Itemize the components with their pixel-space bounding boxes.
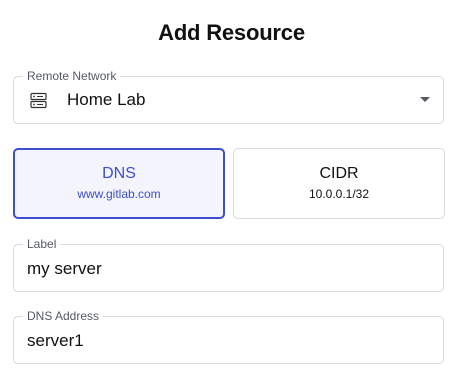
resource-type-example: 10.0.0.1/32: [308, 187, 370, 201]
dialog-title: Add Resource: [158, 20, 305, 45]
dns-address-label: DNS Address: [23, 309, 104, 323]
dns-address-value[interactable]: server1: [27, 331, 84, 351]
resource-type-title: CIDR: [319, 165, 359, 182]
label-field-label: Label: [23, 237, 61, 251]
remote-network-select[interactable]: Remote Network Home Lab: [13, 69, 444, 124]
dns-address-field[interactable]: DNS Address server1: [13, 309, 444, 364]
label-field-value[interactable]: my server: [27, 259, 102, 279]
remote-network-label: Remote Network: [23, 69, 121, 83]
server-icon: [30, 92, 47, 109]
chevron-down-icon[interactable]: [420, 97, 430, 102]
resource-type-title: DNS: [102, 165, 136, 182]
resource-type-example: www.gitlab.com: [77, 187, 161, 201]
resource-type-dns-option[interactable]: DNS www.gitlab.com: [13, 148, 225, 219]
label-field[interactable]: Label my server: [13, 237, 444, 292]
remote-network-value: Home Lab: [67, 90, 146, 109]
resource-type-cidr-option[interactable]: CIDR 10.0.0.1/32: [233, 148, 445, 219]
